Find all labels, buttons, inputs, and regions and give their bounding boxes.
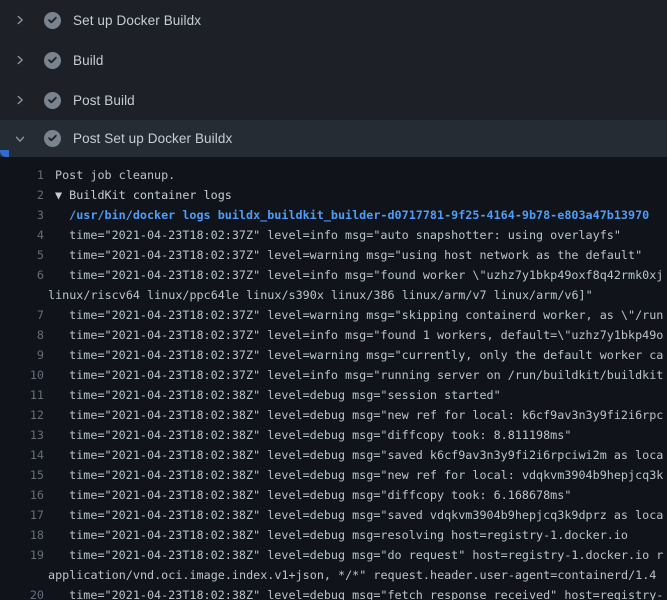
log-line-number[interactable]: 1 [0, 165, 44, 185]
log-line-text: time="2021-04-23T18:02:37Z" level=info m… [55, 365, 663, 385]
log-line-number[interactable]: 5 [0, 245, 44, 265]
log-line-number[interactable]: 2 [0, 185, 44, 205]
log-line-number [0, 565, 44, 585]
focus-ring-fragment [0, 150, 9, 157]
log-line-text: Post job cleanup. [55, 165, 175, 185]
check-circle-icon [44, 12, 61, 29]
log-line-text: time="2021-04-23T18:02:37Z" level=warnin… [55, 305, 663, 325]
log-line: 13 time="2021-04-23T18:02:38Z" level=deb… [0, 425, 667, 445]
log-line: 6 time="2021-04-23T18:02:37Z" level=info… [0, 265, 667, 285]
log-line-number[interactable]: 12 [0, 405, 44, 425]
log-line-number[interactable]: 7 [0, 305, 44, 325]
step-label: Post Set up Docker Buildx [73, 131, 232, 146]
step-header-set-up-docker-buildx[interactable]: Set up Docker Buildx [0, 0, 667, 40]
log-line-number[interactable]: 17 [0, 505, 44, 525]
step-header-post-set-up-docker-buildx[interactable]: Post Set up Docker Buildx [0, 120, 667, 157]
log-line-number [0, 285, 44, 305]
step-header-post-build[interactable]: Post Build [0, 80, 667, 120]
log-line-text: time="2021-04-23T18:02:37Z" level=warnin… [55, 245, 642, 265]
log-line-text: time="2021-04-23T18:02:38Z" level=debug … [55, 425, 571, 445]
log-line-text: time="2021-04-23T18:02:38Z" level=debug … [55, 445, 663, 465]
log-line-number[interactable]: 14 [0, 445, 44, 465]
log-line-number[interactable]: 10 [0, 365, 44, 385]
log-line-number[interactable]: 3 [0, 205, 44, 225]
log-line: 14 time="2021-04-23T18:02:38Z" level=deb… [0, 445, 667, 465]
check-circle-icon [44, 52, 61, 69]
chevron-right-icon [12, 12, 28, 28]
log-line-text: time="2021-04-23T18:02:37Z" level=info m… [55, 265, 663, 285]
check-circle-icon [44, 92, 61, 109]
log-line: 19 time="2021-04-23T18:02:38Z" level=deb… [0, 545, 667, 565]
log-line: 10 time="2021-04-23T18:02:37Z" level=inf… [0, 365, 667, 385]
log-line-number[interactable]: 19 [0, 545, 44, 565]
step-label: Post Build [73, 93, 135, 108]
step-header-build[interactable]: Build [0, 40, 667, 80]
log-line: 12 time="2021-04-23T18:02:38Z" level=deb… [0, 405, 667, 425]
log-line-number[interactable]: 13 [0, 425, 44, 445]
log-line-text: ▼ BuildKit container logs [55, 185, 232, 205]
log-line-wrap: linux/riscv64 linux/ppc64le linux/s390x … [0, 285, 667, 305]
log-line-text: time="2021-04-23T18:02:38Z" level=debug … [55, 585, 663, 600]
log-line-text: time="2021-04-23T18:02:38Z" level=debug … [55, 505, 663, 525]
log-line: 20 time="2021-04-23T18:02:38Z" level=deb… [0, 585, 667, 600]
log-line-text: time="2021-04-23T18:02:38Z" level=debug … [55, 545, 663, 565]
log-line: 17 time="2021-04-23T18:02:38Z" level=deb… [0, 505, 667, 525]
log-line: 1 Post job cleanup. [0, 165, 667, 185]
steps-list: Set up Docker Buildx Build [0, 0, 667, 157]
log-line-number[interactable]: 15 [0, 465, 44, 485]
chevron-right-icon [12, 52, 28, 68]
log-line-text: time="2021-04-23T18:02:38Z" level=debug … [55, 385, 501, 405]
log-line-number[interactable]: 11 [0, 385, 44, 405]
step-label: Build [73, 53, 104, 68]
log-line-number[interactable]: 9 [0, 345, 44, 365]
chevron-down-icon [12, 131, 28, 147]
log-line-text: time="2021-04-23T18:02:37Z" level=info m… [55, 325, 663, 345]
log-line: 15 time="2021-04-23T18:02:38Z" level=deb… [0, 465, 667, 485]
log-line-number[interactable]: 18 [0, 525, 44, 545]
log-line-number[interactable]: 16 [0, 485, 44, 505]
log-line-text: time="2021-04-23T18:02:37Z" level=warnin… [55, 345, 663, 365]
log-line-text: time="2021-04-23T18:02:38Z" level=debug … [55, 465, 663, 485]
check-circle-icon [44, 130, 61, 147]
log-line: 16 time="2021-04-23T18:02:38Z" level=deb… [0, 485, 667, 505]
log-line-text: time="2021-04-23T18:02:38Z" level=debug … [55, 405, 663, 425]
log-line: 8 time="2021-04-23T18:02:37Z" level=info… [0, 325, 667, 345]
log-pane: 1 Post job cleanup. 2 ▼ BuildKit contain… [0, 157, 667, 600]
log-group-toggle[interactable]: 2 ▼ BuildKit container logs [0, 185, 667, 205]
chevron-right-icon [12, 92, 28, 108]
step-label: Set up Docker Buildx [73, 13, 201, 28]
log-line-number[interactable]: 4 [0, 225, 44, 245]
log-line: 18 time="2021-04-23T18:02:38Z" level=deb… [0, 525, 667, 545]
log-line: 5 time="2021-04-23T18:02:37Z" level=warn… [0, 245, 667, 265]
log-line: 7 time="2021-04-23T18:02:37Z" level=warn… [0, 305, 667, 325]
log-line-number[interactable]: 6 [0, 265, 44, 285]
log-line: 11 time="2021-04-23T18:02:38Z" level=deb… [0, 385, 667, 405]
log-line-number[interactable]: 8 [0, 325, 44, 345]
log-line: 9 time="2021-04-23T18:02:37Z" level=warn… [0, 345, 667, 365]
log-line: 3 /usr/bin/docker logs buildx_buildkit_b… [0, 205, 667, 225]
log-line-number[interactable]: 20 [0, 585, 44, 600]
log-line-text: time="2021-04-23T18:02:38Z" level=debug … [55, 525, 628, 545]
log-line-text: application/vnd.oci.image.index.v1+json,… [48, 565, 656, 585]
log-line-text: /usr/bin/docker logs buildx_buildkit_bui… [55, 205, 649, 225]
log-line-text: linux/riscv64 linux/ppc64le linux/s390x … [48, 285, 593, 305]
log-line-wrap: application/vnd.oci.image.index.v1+json,… [0, 565, 667, 585]
log-line-text: time="2021-04-23T18:02:38Z" level=debug … [55, 485, 571, 505]
log-line: 4 time="2021-04-23T18:02:37Z" level=info… [0, 225, 667, 245]
log-line-text: time="2021-04-23T18:02:37Z" level=info m… [55, 225, 621, 245]
